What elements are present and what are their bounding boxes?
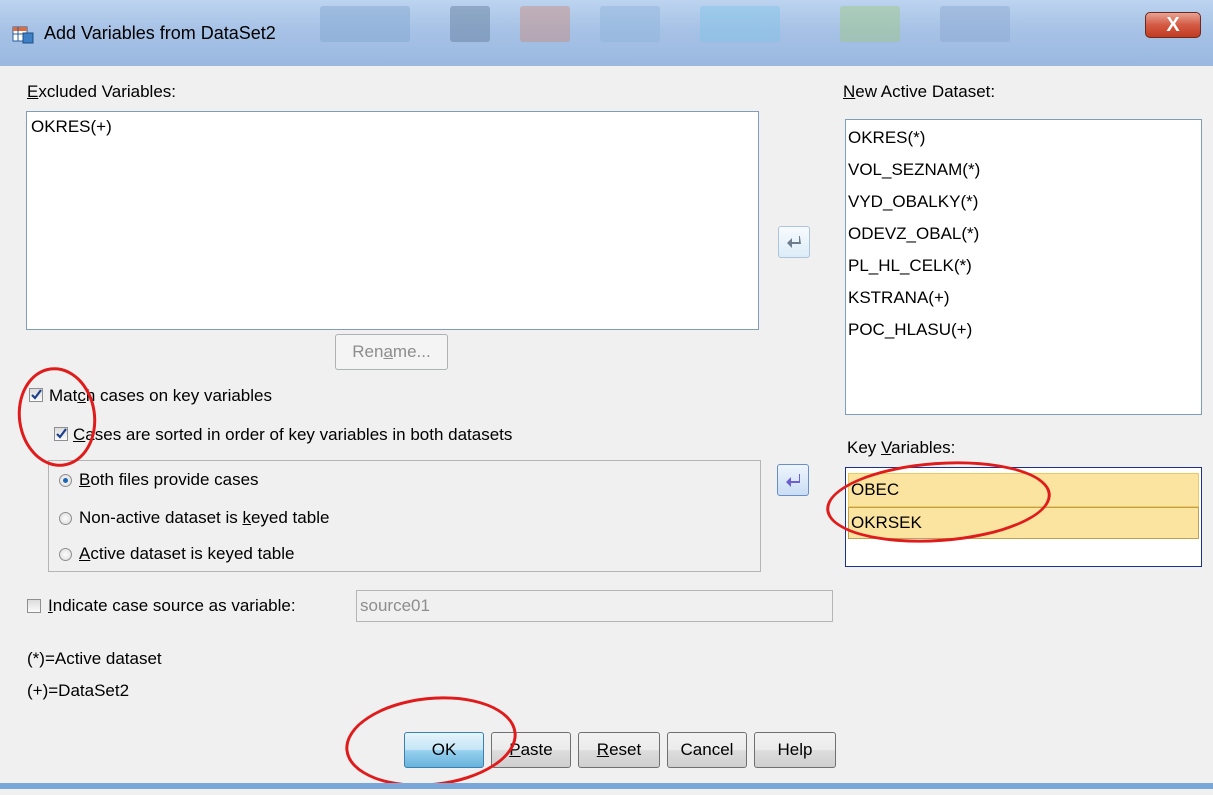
active-keyed-label[interactable]: Active dataset is keyed table: [79, 544, 294, 564]
list-item[interactable]: KSTRANA(+): [846, 282, 1201, 314]
legend-dataset2: (+)=DataSet2: [27, 681, 130, 700]
window-title: Add Variables from DataSet2: [44, 23, 276, 43]
active-keyed-radio[interactable]: [59, 548, 72, 561]
list-item[interactable]: ODEVZ_OBAL(*): [846, 218, 1201, 250]
rename-button[interactable]: Ren a me...: [335, 334, 448, 370]
move-to-key-variables-button[interactable]: [777, 464, 809, 496]
new-active-dataset-label: New Active Dataset:: [843, 82, 996, 101]
list-item[interactable]: POC_HLASU(+): [846, 314, 1201, 346]
cancel-button[interactable]: Cancel: [667, 732, 747, 768]
source-variable-input[interactable]: source01: [356, 590, 833, 622]
title-bar: Add Variables from DataSet2 X: [0, 0, 1213, 66]
indicate-source-checkbox[interactable]: [27, 599, 41, 613]
both-files-radio[interactable]: [59, 474, 72, 487]
list-item[interactable]: OKRES(+): [29, 114, 756, 140]
key-variables-label: Key Variables:: [847, 438, 956, 457]
new-active-dataset-list[interactable]: OKRES(*) VOL_SEZNAM(*) VYD_OBALKY(*) ODE…: [845, 119, 1202, 415]
excluded-variables-label: Excluded Variables:: [27, 82, 176, 101]
arrow-left-icon: [786, 474, 800, 487]
move-to-excluded-button[interactable]: [778, 226, 810, 258]
annotation-circle-match-cases: [11, 362, 103, 472]
non-active-keyed-radio[interactable]: [59, 512, 72, 525]
list-item[interactable]: VYD_OBALKY(*): [846, 186, 1201, 218]
annotation-circle-ok-button: [340, 688, 522, 795]
list-item[interactable]: VOL_SEZNAM(*): [846, 154, 1201, 186]
close-icon: X: [1166, 13, 1180, 36]
window-bottom-border: [0, 783, 1213, 789]
list-item[interactable]: PL_HL_CELK(*): [846, 250, 1201, 282]
indicate-source-label[interactable]: Indicate case source as variable:: [48, 596, 296, 616]
help-button[interactable]: Help: [754, 732, 836, 768]
close-button[interactable]: X: [1145, 12, 1201, 38]
both-files-label[interactable]: Both files provide cases: [79, 470, 259, 490]
non-active-keyed-label[interactable]: Non-active dataset is keyed table: [79, 508, 329, 528]
case-source-radio-group: Both files provide cases Non-active data…: [48, 460, 761, 572]
reset-button[interactable]: Reset: [578, 732, 660, 768]
legend-active-dataset: (*)=Active dataset: [27, 649, 162, 668]
spss-dataset-icon: [12, 26, 34, 44]
list-item[interactable]: OKRES(*): [846, 122, 1201, 154]
arrow-left-icon: [787, 236, 801, 248]
sorted-label[interactable]: Cases are sorted in order of key variabl…: [73, 425, 512, 445]
excluded-variables-list[interactable]: OKRES(+): [26, 111, 759, 330]
